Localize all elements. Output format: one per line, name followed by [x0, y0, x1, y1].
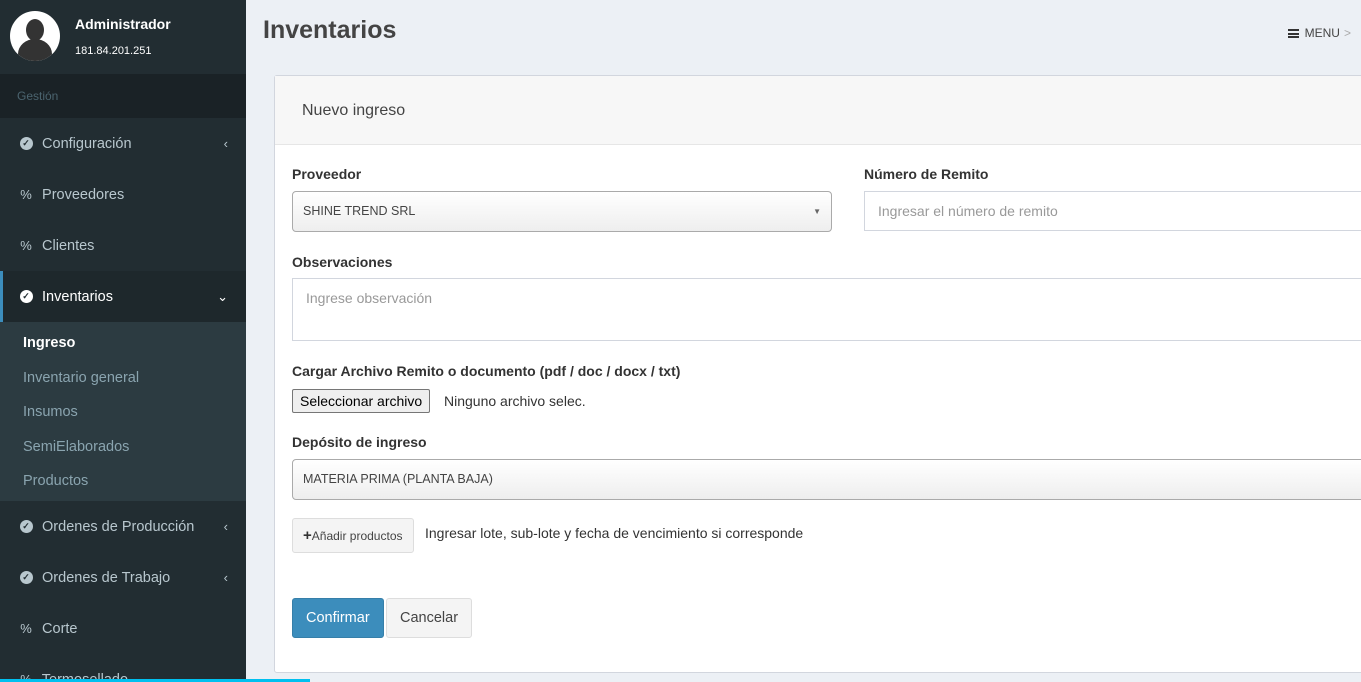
percent-icon: % [20, 620, 32, 636]
sidebar-item-label: Proveedores [42, 187, 125, 203]
sidebar-item-label: Ordenes de Trabajo [42, 569, 171, 586]
submenu-item-inventario-general[interactable]: Inventario general [0, 361, 246, 396]
percent-icon: % [20, 187, 32, 202]
confirm-button[interactable]: Confirmar [292, 598, 384, 638]
add-products-hint: Ingresar lote, sub-lote y fecha de venci… [425, 525, 804, 541]
sidebar-item-label: Inventarios [42, 289, 113, 305]
remito-label: Número de Remito [864, 166, 989, 182]
user-name: Administrador [75, 16, 171, 32]
remito-input[interactable] [864, 191, 1361, 231]
sidebar-item-label: Configuración [42, 136, 132, 152]
check-circle-icon: ✓ [18, 552, 34, 603]
archivo-label: Cargar Archivo Remito o documento (pdf /… [292, 363, 681, 379]
inventarios-submenu: Ingreso Inventario general Insumos SemiE… [0, 322, 246, 501]
sidebar-item-proveedores[interactable]: % Proveedores [0, 169, 246, 220]
sidebar-header: Gestión [0, 74, 246, 118]
add-products-label: Añadir productos [311, 529, 403, 543]
observaciones-textarea[interactable] [292, 278, 1361, 341]
dropdown-arrow-icon: ▼ [813, 207, 821, 216]
proveedor-select[interactable]: SHINE TREND SRL ▼ [292, 191, 832, 232]
sidebar-item-corte[interactable]: % Corte [0, 603, 246, 654]
form-box: Nuevo ingreso Proveedor SHINE TREND SRL … [274, 75, 1361, 673]
page-title: Inventarios [263, 16, 397, 44]
submenu-item-productos[interactable]: Productos [0, 464, 246, 499]
sidebar: Administrador 181.84.201.251 Gestión ✓ C… [0, 0, 246, 682]
avatar [10, 11, 60, 61]
sidebar-item-label: Ordenes de Producción [42, 518, 195, 535]
form-title: Nuevo ingreso [275, 76, 1361, 145]
file-status: Ninguno archivo selec. [444, 393, 586, 409]
chevron-right-icon: > [1343, 26, 1351, 40]
hamburger-icon [1287, 29, 1299, 39]
user-ip: 181.84.201.251 [75, 45, 152, 57]
sidebar-item-ordenes-produccion[interactable]: ✓ Ordenes de Producción ‹ [0, 501, 246, 552]
proveedor-label: Proveedor [292, 166, 362, 182]
select-file-button[interactable]: Seleccionar archivo [292, 389, 431, 413]
chevron-down-icon: ⌄ [217, 289, 228, 304]
chevron-left-icon: ‹ [223, 569, 228, 585]
user-panel: Administrador 181.84.201.251 [0, 0, 246, 74]
percent-icon: % [20, 238, 32, 253]
sidebar-item-inventarios[interactable]: ✓ Inventarios ⌄ [0, 271, 246, 322]
deposito-value: MATERIA PRIMA (PLANTA BAJA) [303, 472, 493, 486]
submenu-item-ingreso[interactable]: Ingreso [0, 326, 246, 361]
sidebar-item-label: Clientes [42, 238, 95, 254]
add-products-button[interactable]: +Añadir productos [292, 518, 414, 553]
menu-toggle[interactable]: MENU > [1287, 26, 1351, 40]
sidebar-item-ordenes-trabajo[interactable]: ✓ Ordenes de Trabajo ‹ [0, 552, 246, 603]
chevron-left-icon: ‹ [223, 136, 228, 151]
proveedor-value: SHINE TREND SRL [303, 204, 416, 218]
check-circle-icon: ✓ [18, 271, 34, 322]
cancel-button[interactable]: Cancelar [386, 598, 473, 638]
check-circle-icon: ✓ [18, 118, 34, 169]
deposito-label: Depósito de ingreso [292, 434, 427, 450]
plus-icon: + [303, 527, 312, 544]
sidebar-item-clientes[interactable]: % Clientes [0, 220, 246, 271]
sidebar-item-label: Corte [42, 620, 78, 637]
menu-label: MENU [1304, 26, 1340, 40]
chevron-left-icon: ‹ [223, 518, 228, 534]
deposito-select[interactable]: MATERIA PRIMA (PLANTA BAJA) [292, 459, 1361, 500]
sidebar-item-configuracion[interactable]: ✓ Configuración ‹ [0, 118, 246, 169]
check-circle-icon: ✓ [18, 501, 34, 552]
sidebar-item-termosellado[interactable]: % Termosellado [0, 654, 246, 682]
submenu-item-semielaborados[interactable]: SemiElaborados [0, 430, 246, 465]
observaciones-label: Observaciones [292, 254, 393, 270]
submenu-item-insumos[interactable]: Insumos [0, 395, 246, 430]
percent-icon: % [20, 671, 32, 682]
